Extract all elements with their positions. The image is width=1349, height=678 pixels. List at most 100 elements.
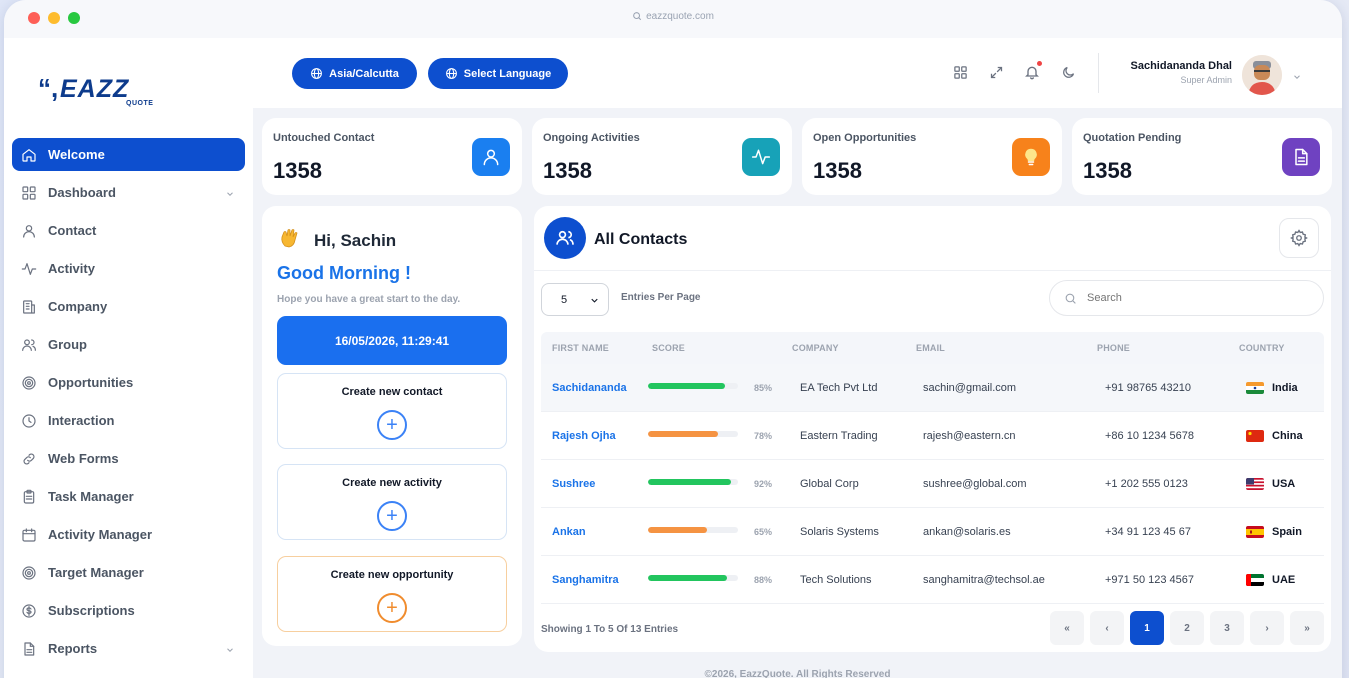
create-new-contact-label: Create new contact (341, 386, 443, 398)
flag-india-icon (1246, 382, 1264, 394)
plus-icon[interactable]: + (377, 410, 407, 440)
page-3-button[interactable]: 3 (1210, 611, 1244, 645)
search-input[interactable] (1087, 292, 1287, 304)
sidebar-item-label: Group (48, 337, 87, 352)
contact-email: sushree@global.com (923, 478, 1027, 490)
contact-country: Spain (1272, 526, 1302, 538)
all-contacts-card: All Contacts 5 Entries Per Page FIRST NA… (534, 206, 1331, 652)
pagination: «‹ 1 2 3 ›» (1050, 611, 1324, 645)
pagination-summary: Showing 1 To 5 Of 13 Entries (541, 624, 679, 635)
flag-china-icon (1246, 430, 1264, 442)
contact-first-name-link[interactable]: Ankan (552, 508, 586, 556)
column-header-score[interactable]: SCORE (652, 332, 685, 364)
link-icon (20, 450, 38, 468)
welcome-card: Hi, Sachin Good Morning ! Hope you have … (262, 206, 522, 646)
top-icons (952, 61, 1076, 80)
sidebar-item-target-manager[interactable]: Target Manager (12, 556, 245, 589)
sidebar-item-dashboard[interactable]: Dashboard (12, 176, 245, 209)
page-2-button[interactable]: 2 (1170, 611, 1204, 645)
contact-country: China (1272, 430, 1303, 442)
column-header-email[interactable]: EMAIL (916, 332, 945, 364)
score-percent: 88% (754, 575, 773, 585)
sidebar-item-label: Reports (48, 641, 98, 656)
prev-page-button[interactable]: ‹ (1090, 611, 1124, 645)
stat-value: 1358 (543, 158, 592, 183)
svg-text:“,: “, (38, 73, 58, 103)
sidebar-item-label: Welcome (48, 147, 105, 162)
stat-card-quotation-pending[interactable]: Quotation Pending 1358 (1072, 118, 1332, 195)
last-page-button[interactable]: » (1290, 611, 1324, 645)
chevron-down-icon (589, 295, 600, 309)
sidebar-item-company[interactable]: Company (12, 290, 245, 323)
users-icon (20, 336, 38, 354)
search-box[interactable] (1049, 280, 1324, 316)
apps-grid-icon[interactable] (952, 64, 968, 80)
table-row[interactable]: Sushree 92% Global Corp sushree@global.c… (541, 460, 1324, 508)
top-bar: Asia/Calcutta Select Language Sachidanan… (253, 38, 1342, 108)
sidebar-item-interaction[interactable]: Interaction (12, 404, 245, 437)
sidebar-item-subscriptions[interactable]: Subscriptions (12, 594, 245, 627)
sidebar-item-group[interactable]: Group (12, 328, 245, 361)
sidebar-item-opportunities[interactable]: Opportunities (12, 366, 245, 399)
table-row[interactable]: Rajesh Ojha 78% Eastern Trading rajesh@e… (541, 412, 1324, 460)
column-header-country[interactable]: COUNTRY (1239, 332, 1285, 364)
user-chevron-down-icon[interactable] (1292, 69, 1302, 87)
plus-icon[interactable]: + (377, 593, 407, 623)
sidebar-item-activity[interactable]: Activity (12, 252, 245, 285)
gear-icon (1290, 229, 1308, 247)
table-row[interactable]: Ankan 65% Solaris Systems ankan@solaris.… (541, 508, 1324, 556)
calendar-icon (20, 526, 38, 544)
user-info[interactable]: Sachidananda Dhal Super Admin (1131, 60, 1232, 85)
entries-per-page-value: 5 (561, 293, 568, 306)
stat-card-open-opportunities[interactable]: Open Opportunities 1358 (802, 118, 1062, 195)
contact-first-name-link[interactable]: Sushree (552, 460, 595, 508)
select-language-button[interactable]: Select Language (428, 58, 568, 89)
stat-value: 1358 (273, 158, 322, 183)
sidebar-item-contact[interactable]: Contact (12, 214, 245, 247)
score-bar (648, 575, 738, 581)
score-bar-fill (648, 479, 731, 485)
next-page-button[interactable]: › (1250, 611, 1284, 645)
fullscreen-icon[interactable] (988, 64, 1004, 80)
app-window: eazzquote.com “, EAZZ QUOTE Welcome Dash… (4, 0, 1342, 678)
sidebar-item-reports[interactable]: Reports (12, 632, 245, 665)
avatar[interactable] (1242, 55, 1282, 95)
sidebar-item-welcome[interactable]: Welcome (12, 138, 245, 171)
contact-country: USA (1272, 478, 1296, 490)
plus-icon[interactable]: + (377, 501, 407, 531)
contact-first-name-link[interactable]: Sachidananda (552, 364, 627, 412)
page-1-button[interactable]: 1 (1130, 611, 1164, 645)
chevron-down-icon (225, 643, 235, 658)
sidebar-item-activity-manager[interactable]: Activity Manager (12, 518, 245, 551)
dark-mode-moon-icon[interactable] (1060, 64, 1076, 80)
first-page-button[interactable]: « (1050, 611, 1084, 645)
create-new-contact-card[interactable]: Create new contact + (277, 373, 507, 449)
column-header-company[interactable]: COMPANY (792, 332, 839, 364)
timezone-button[interactable]: Asia/Calcutta (292, 58, 417, 89)
notification-bell-icon[interactable] (1024, 61, 1042, 80)
table-row[interactable]: Sanghamitra 88% Tech Solutions sanghamit… (541, 556, 1324, 604)
stat-card-untouched-contact[interactable]: Untouched Contact 1358 (262, 118, 522, 195)
contact-first-name-link[interactable]: Rajesh Ojha (552, 412, 616, 460)
entries-per-page-select[interactable]: 5 (541, 283, 609, 316)
score-bar-fill (648, 575, 728, 581)
target-icon (20, 564, 38, 582)
eazzquote-logo[interactable]: “, EAZZ QUOTE (38, 72, 168, 107)
url-bar[interactable]: eazzquote.com (4, 11, 1342, 22)
sidebar-item-web-forms[interactable]: Web Forms (12, 442, 245, 475)
contact-first-name-link[interactable]: Sanghamitra (552, 556, 619, 604)
stat-card-ongoing-activities[interactable]: Ongoing Activities 1358 (532, 118, 792, 195)
create-new-opportunity-card[interactable]: Create new opportunity + (277, 556, 507, 632)
table-row[interactable]: Sachidananda 85% EA Tech Pvt Ltd sachin@… (541, 364, 1324, 412)
clipboard-icon (20, 488, 38, 506)
file-icon (20, 640, 38, 658)
sidebar-item-task-manager[interactable]: Task Manager (12, 480, 245, 513)
column-header-phone[interactable]: PHONE (1097, 332, 1130, 364)
grid-icon (20, 184, 38, 202)
welcome-message: Hope you have a great start to the day. (277, 294, 461, 305)
flag-usa-icon (1246, 478, 1264, 490)
column-header-first-name[interactable]: FIRST NAME (552, 332, 609, 364)
sidebar-item-label: Company (48, 299, 108, 314)
settings-button[interactable] (1279, 218, 1319, 258)
create-new-activity-card[interactable]: Create new activity + (277, 464, 507, 540)
